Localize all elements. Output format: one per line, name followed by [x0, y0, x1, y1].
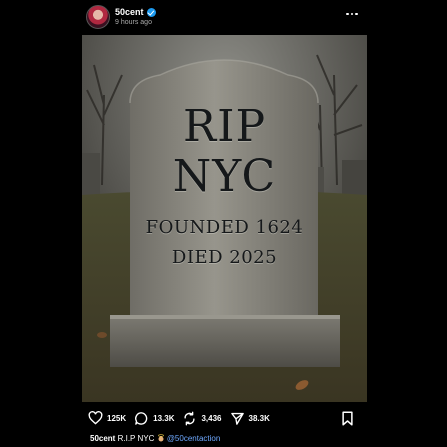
- headstone-line-nyc: NYC: [172, 151, 277, 202]
- headstone-line-rip: RIP: [182, 101, 267, 152]
- like-count: 125K: [107, 413, 127, 423]
- share-count: 38.3K: [248, 413, 270, 423]
- caption-text: R.I.P NYC: [117, 434, 155, 443]
- avatar[interactable]: [86, 5, 110, 29]
- like-button[interactable]: 125K: [88, 411, 126, 425]
- caption-mention-link[interactable]: @50centaction: [167, 434, 221, 443]
- post: 50cent 9 hours ago RIP NYC FOUNDED 1624 …: [0, 0, 447, 447]
- repost-icon: [184, 411, 196, 425]
- repost-count: 3,436: [201, 413, 222, 423]
- headstone-line-founded: FOUNDED 1624: [145, 217, 304, 238]
- heart-icon: [88, 411, 103, 425]
- share-button[interactable]: 38.3K: [230, 411, 270, 426]
- post-caption: 50cent R.I.P NYC @50centaction: [90, 434, 220, 443]
- bookmark-button[interactable]: [341, 411, 354, 431]
- bookmark-icon: [342, 411, 353, 426]
- username[interactable]: 50cent: [115, 7, 144, 17]
- comment-count: 13.3K: [153, 413, 175, 423]
- comment-icon: [135, 411, 148, 425]
- verified-badge-icon: [146, 7, 156, 17]
- timestamp: 9 hours ago: [115, 19, 152, 26]
- comment-button[interactable]: 13.3K: [134, 411, 174, 426]
- username-row: 50cent: [115, 7, 156, 17]
- repost-button[interactable]: 3,436: [182, 411, 222, 426]
- caption-username[interactable]: 50cent: [90, 434, 115, 443]
- more-options-icon[interactable]: [345, 11, 359, 17]
- headstone-line-died: DIED 2025: [171, 247, 278, 268]
- post-header: 50cent 9 hours ago: [82, 4, 367, 30]
- angel-emoji-icon: [157, 434, 164, 442]
- action-bar: 125K 13.3K 3,436 38.3K: [88, 410, 278, 426]
- post-image[interactable]: RIP NYC FOUNDED 1624 DIED 2025: [82, 35, 367, 402]
- send-icon: [230, 412, 244, 425]
